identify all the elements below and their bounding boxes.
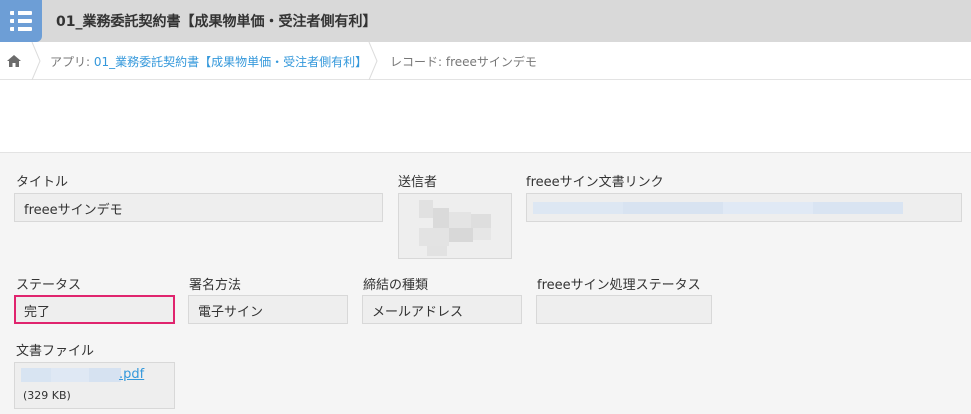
sender-value: [398, 193, 512, 259]
process-status-value: [536, 295, 712, 324]
app-header: 01_業務委託契約書【成果物単価・受注者側有利】: [0, 0, 971, 42]
home-icon[interactable]: [6, 54, 22, 68]
link-label: freeeサイン文書リンク: [526, 175, 664, 190]
status-value: 完了: [14, 295, 175, 324]
breadcrumb-app: アプリ: 01_業務委託契約書【成果物単価・受注者側有利】: [50, 53, 367, 70]
contract-type-value: メールアドレス: [362, 295, 522, 324]
redacted-avatar: [419, 200, 491, 256]
breadcrumb-separator-icon: [31, 42, 41, 80]
link-value[interactable]: [526, 193, 962, 222]
breadcrumb-app-link[interactable]: 01_業務委託契約書【成果物単価・受注者側有利】: [94, 55, 367, 69]
sign-method-label: 署名方法: [189, 278, 242, 293]
sender-label: 送信者: [398, 175, 438, 190]
file-size: (329 KB): [23, 389, 71, 402]
breadcrumb-separator-icon: [368, 42, 378, 80]
redacted-filename: [21, 368, 121, 382]
app-list-icon[interactable]: [0, 0, 42, 42]
breadcrumb: アプリ: 01_業務委託契約書【成果物単価・受注者側有利】 レコード: free…: [0, 42, 971, 80]
file-label: 文書ファイル: [16, 344, 95, 359]
title-label: タイトル: [16, 175, 69, 190]
breadcrumb-app-prefix: アプリ:: [50, 55, 94, 69]
file-link[interactable]: .pdf: [119, 367, 144, 382]
record-detail: タイトル freeeサインデモ 送信者 freeeサイン文書リンク ステータス …: [0, 152, 971, 414]
breadcrumb-record: レコード: freeeサインデモ: [390, 55, 537, 69]
app-title: 01_業務委託契約書【成果物単価・受注者側有利】: [56, 14, 377, 30]
status-label: ステータス: [16, 278, 82, 293]
file-value: .pdf (329 KB): [14, 362, 175, 409]
title-value: freeeサインデモ: [14, 193, 383, 222]
contract-type-label: 締結の種類: [363, 278, 429, 293]
process-status-label: freeeサイン処理ステータス: [537, 278, 701, 293]
sign-method-value: 電子サイン: [188, 295, 348, 324]
redacted-link: [533, 202, 903, 214]
